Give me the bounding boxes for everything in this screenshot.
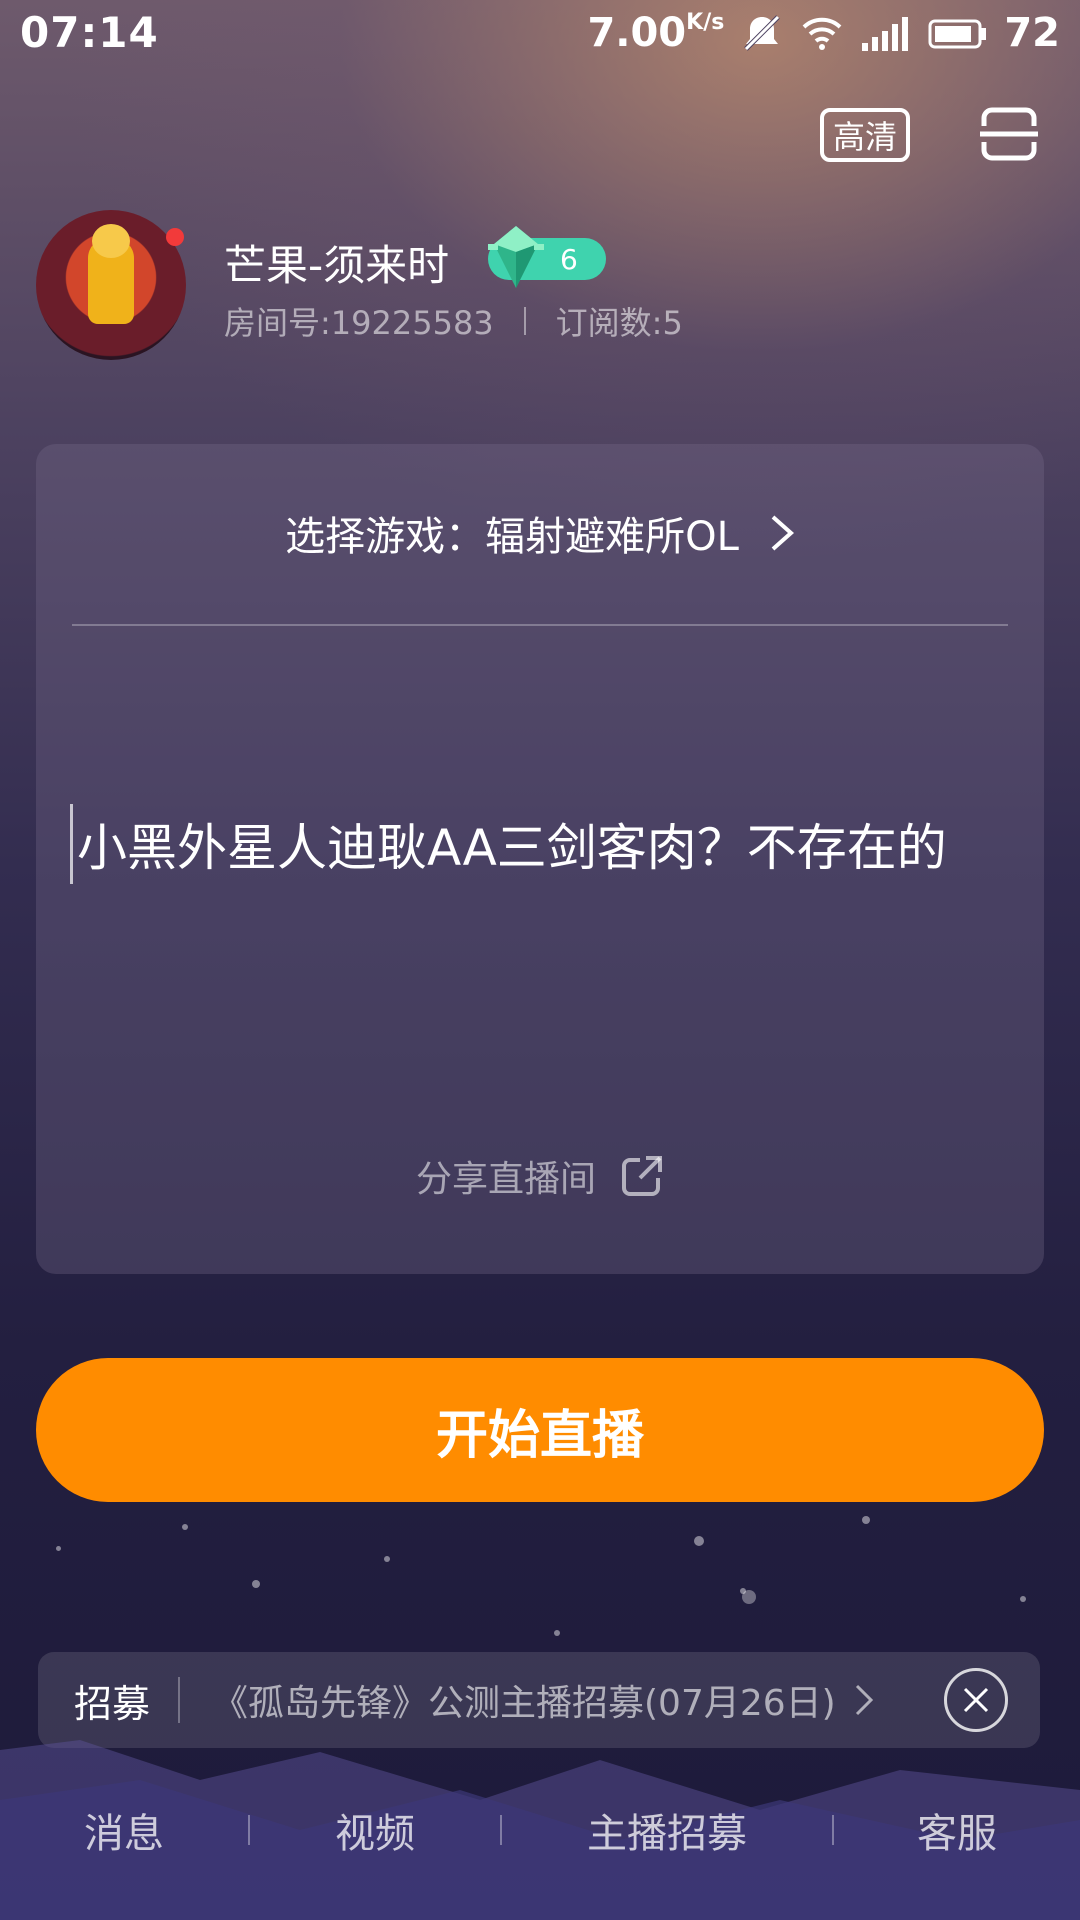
chevron-right-icon bbox=[771, 515, 794, 551]
star-decoration bbox=[1020, 1596, 1026, 1602]
star-decoration bbox=[694, 1536, 704, 1546]
share-room-label: 分享直播间 bbox=[415, 1159, 596, 1200]
card-divider bbox=[72, 624, 1008, 626]
game-select-label: 选择游戏：辐射避难所OL bbox=[285, 514, 739, 560]
status-time: 07:14 bbox=[20, 8, 159, 57]
room-info: 房间号:19225583 订阅数:5 bbox=[224, 298, 683, 344]
status-bar: 07:14 7.00K/s 72 bbox=[0, 0, 1080, 66]
quality-button[interactable]: 高清 bbox=[820, 108, 910, 162]
recruit-banner[interactable]: 招募 《孤岛先锋》公测主播招募(07月26日) bbox=[38, 1652, 1040, 1748]
star-decoration bbox=[742, 1590, 756, 1604]
chevron-right-icon bbox=[855, 1684, 873, 1716]
mute-icon bbox=[744, 15, 781, 51]
start-live-button[interactable]: 开始直播 bbox=[36, 1358, 1044, 1502]
gem-level-icon bbox=[488, 226, 544, 288]
battery-level: 72 bbox=[1004, 10, 1060, 56]
star-decoration bbox=[252, 1580, 260, 1588]
recruit-divider bbox=[178, 1677, 180, 1723]
share-icon bbox=[622, 1156, 662, 1196]
star-decoration bbox=[384, 1556, 390, 1562]
nav-recruit[interactable]: 主播招募 bbox=[502, 1801, 832, 1859]
nav-support[interactable]: 客服 bbox=[834, 1801, 1080, 1859]
star-decoration bbox=[182, 1524, 188, 1530]
network-speed: 7.00K/s bbox=[587, 10, 725, 56]
nav-videos[interactable]: 视频 bbox=[250, 1801, 500, 1859]
share-room-button[interactable]: 分享直播间 bbox=[36, 1150, 1044, 1202]
wifi-icon bbox=[802, 17, 842, 50]
scan-icon[interactable] bbox=[980, 106, 1038, 162]
signal-4g-icon bbox=[862, 17, 909, 51]
streamer-nickname: 芒果-须来时 bbox=[224, 241, 450, 290]
room-info-divider bbox=[523, 307, 526, 335]
game-select-row[interactable]: 选择游戏：辐射避难所OL bbox=[36, 504, 1044, 562]
level-number: 6 bbox=[560, 243, 578, 276]
close-recruit-button[interactable] bbox=[944, 1668, 1008, 1732]
close-icon bbox=[963, 1687, 989, 1713]
recruit-tag: 招募 bbox=[74, 1681, 151, 1726]
stream-title-input[interactable] bbox=[70, 804, 1010, 884]
recruit-text: 《孤岛先锋》公测主播招募(07月26日) bbox=[212, 1683, 836, 1724]
avatar[interactable] bbox=[36, 210, 186, 360]
live-status-dot bbox=[166, 228, 184, 246]
nav-messages[interactable]: 消息 bbox=[0, 1801, 248, 1859]
star-decoration bbox=[554, 1630, 560, 1636]
star-decoration bbox=[56, 1546, 61, 1551]
subscriber-count: 订阅数:5 bbox=[555, 304, 683, 342]
stream-setup-card: 选择游戏：辐射避难所OL 分享直播间 bbox=[36, 444, 1044, 1274]
star-decoration bbox=[862, 1516, 870, 1524]
battery-icon bbox=[928, 19, 987, 49]
avatar-head bbox=[92, 224, 130, 258]
bottom-nav: 消息 视频 主播招募 客服 bbox=[0, 1790, 1080, 1870]
room-number: 房间号:19225583 bbox=[224, 304, 494, 342]
status-right: 7.00K/s 72 bbox=[587, 8, 1060, 58]
